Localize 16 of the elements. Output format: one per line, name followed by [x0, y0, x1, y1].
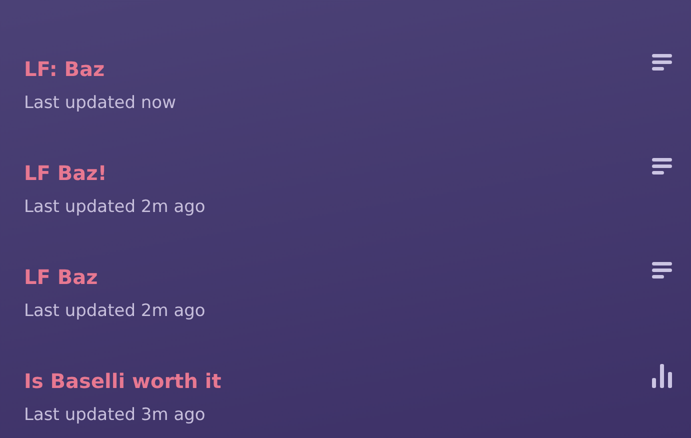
updated-time: Last updated 2m ago: [24, 196, 206, 218]
thread-title: LF Baz!: [24, 160, 108, 186]
thread-title: LF Baz: [24, 264, 99, 290]
updated-time: Last updated 3m ago: [24, 404, 206, 426]
thread-title: Is Baselli worth it: [24, 368, 222, 394]
thread-item[interactable]: LF: Baz Last updated now: [0, 46, 691, 150]
bar-chart-icon: [652, 364, 672, 388]
thread-item[interactable]: Is Baselli worth it Last updated 3m ago: [0, 358, 691, 438]
thread-title: LF: Baz: [24, 56, 106, 82]
updated-time: Last updated now: [24, 92, 176, 114]
lines-icon: [652, 52, 672, 72]
thread-item[interactable]: LF Baz! Last updated 2m ago: [0, 150, 691, 254]
lines-icon: [652, 156, 672, 176]
lines-icon: [652, 260, 672, 280]
thread-item[interactable]: LF Baz Last updated 2m ago: [0, 254, 691, 358]
updated-time: Last updated 2m ago: [24, 300, 206, 322]
